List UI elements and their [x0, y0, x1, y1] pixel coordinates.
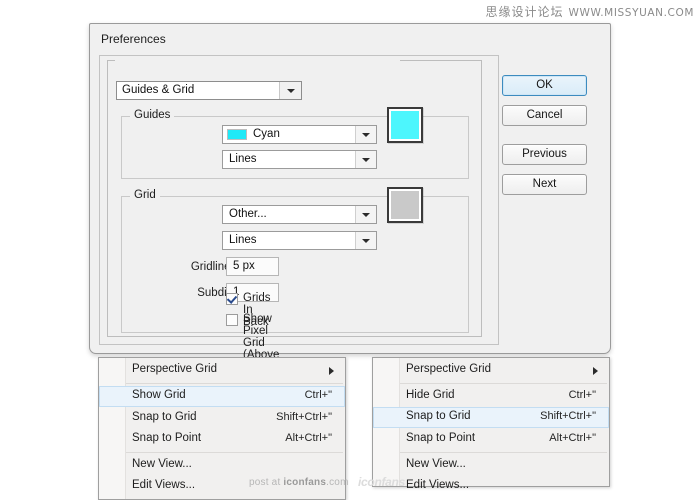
menu-left-item-new-view[interactable]: New View...: [100, 455, 344, 476]
watermark-top-cn: 思缘设计论坛: [485, 5, 563, 19]
show-pixel-grid-checkbox[interactable]: [226, 314, 238, 326]
guides-color-preview[interactable]: [387, 107, 423, 143]
chevron-down-icon: [362, 213, 370, 217]
preferences-dialog: Preferences Guides & Grid Guides Color: …: [89, 23, 611, 354]
chevron-down-icon: [362, 158, 370, 162]
menu-item-label: Snap to Grid: [406, 410, 471, 422]
menu-right-item-snap-to-grid[interactable]: Snap to Grid Shift+Ctrl+": [373, 407, 609, 428]
menu-item-shortcut: Ctrl+": [569, 389, 596, 401]
menu-right-item-perspective-grid[interactable]: Perspective Grid: [374, 360, 608, 381]
menu-right-separator-2: [400, 452, 607, 453]
menu-left-item-snap-to-point[interactable]: Snap to Point Alt+Ctrl+": [100, 429, 344, 450]
category-dropdown[interactable]: Guides & Grid: [116, 81, 302, 100]
menu-item-label: Snap to Grid: [132, 411, 197, 423]
menu-right-separator-1: [400, 383, 607, 384]
grid-style-dropdown-arrow[interactable]: [355, 232, 376, 249]
watermark-top: 思缘设计论坛 WWW.MISSYUAN.COM: [485, 3, 694, 20]
context-menu-right: Perspective Grid Hide Grid Ctrl+" Snap t…: [372, 357, 610, 487]
check-icon: [227, 293, 237, 304]
gridline-every-value: 5 px: [233, 260, 255, 272]
watermark-bottom-prefix: post at: [249, 477, 283, 488]
menu-item-label: Edit Views...: [406, 479, 469, 491]
guides-style-value: Lines: [229, 153, 257, 165]
chevron-down-icon: [362, 133, 370, 137]
menu-item-label: Perspective Grid: [406, 363, 491, 375]
gridline-every-input[interactable]: 5 px: [226, 257, 279, 276]
grid-group-legend: Grid: [130, 189, 160, 201]
chevron-down-icon: [362, 239, 370, 243]
dialog-title: Preferences: [101, 32, 166, 46]
cancel-button[interactable]: Cancel: [502, 105, 587, 126]
guides-color-swatch-small: [227, 129, 247, 140]
menu-item-label: Edit Views...: [132, 479, 195, 491]
watermark-ghost: iconfans: [358, 475, 405, 489]
submenu-arrow-icon: [593, 367, 598, 375]
menu-left-item-show-grid[interactable]: Show Grid Ctrl+": [99, 386, 345, 407]
guides-color-dropdown[interactable]: Cyan: [222, 125, 377, 144]
menu-left-separator-2: [126, 452, 343, 453]
grid-color-dropdown-arrow[interactable]: [355, 206, 376, 223]
next-button[interactable]: Next: [502, 174, 587, 195]
grid-style-dropdown[interactable]: Lines: [222, 231, 377, 250]
category-dropdown-value: Guides & Grid: [122, 84, 194, 96]
category-group-frame-top-left: [107, 60, 115, 61]
menu-item-label: New View...: [406, 458, 466, 470]
grids-in-back-checkbox[interactable]: [226, 293, 238, 305]
guides-style-dropdown-arrow[interactable]: [355, 151, 376, 168]
menu-item-label: New View...: [132, 458, 192, 470]
guides-group-legend: Guides: [130, 109, 174, 121]
ok-button[interactable]: OK: [502, 75, 587, 96]
menu-item-label: Show Grid: [132, 389, 186, 401]
menu-item-shortcut: Alt+Ctrl+": [285, 432, 332, 444]
menu-right-item-edit-views[interactable]: Edit Views...: [374, 476, 608, 497]
screen-root: 思缘设计论坛 WWW.MISSYUAN.COM Preferences Guide…: [0, 0, 700, 500]
menu-item-label: Hide Grid: [406, 389, 455, 401]
menu-item-label: Perspective Grid: [132, 363, 217, 375]
menu-right-item-new-view[interactable]: New View...: [374, 455, 608, 476]
menu-item-label: Snap to Point: [132, 432, 201, 444]
watermark-bottom-suffix: .com: [326, 477, 348, 488]
category-group-frame-top-right: [400, 60, 482, 61]
guides-color-value: Cyan: [253, 128, 280, 140]
submenu-arrow-icon: [329, 367, 334, 375]
chevron-down-icon: [287, 89, 295, 93]
grid-color-dropdown[interactable]: Other...: [222, 205, 377, 224]
watermark-bottom: post at iconfans.com: [249, 477, 349, 488]
watermark-top-url: WWW.MISSYUAN.COM: [569, 7, 695, 19]
menu-item-shortcut: Alt+Ctrl+": [549, 432, 596, 444]
grid-style-value: Lines: [229, 234, 257, 246]
grid-color-value: Other...: [229, 208, 267, 220]
category-dropdown-arrow[interactable]: [279, 82, 301, 99]
menu-right-item-snap-to-point[interactable]: Snap to Point Alt+Ctrl+": [374, 429, 608, 450]
menu-right-item-hide-grid[interactable]: Hide Grid Ctrl+": [374, 386, 608, 407]
previous-button[interactable]: Previous: [502, 144, 587, 165]
menu-item-label: Snap to Point: [406, 432, 475, 444]
menu-left-item-perspective-grid[interactable]: Perspective Grid: [100, 360, 344, 381]
menu-left-item-snap-to-grid[interactable]: Snap to Grid Shift+Ctrl+": [100, 408, 344, 429]
grid-color-preview[interactable]: [387, 187, 423, 223]
menu-item-shortcut: Shift+Ctrl+": [540, 410, 596, 422]
watermark-bottom-brand: iconfans: [283, 477, 326, 488]
guides-color-dropdown-arrow[interactable]: [355, 126, 376, 143]
menu-left-separator-1: [126, 383, 343, 384]
guides-style-dropdown[interactable]: Lines: [222, 150, 377, 169]
menu-item-shortcut: Shift+Ctrl+": [276, 411, 332, 423]
menu-item-shortcut: Ctrl+": [305, 389, 332, 401]
